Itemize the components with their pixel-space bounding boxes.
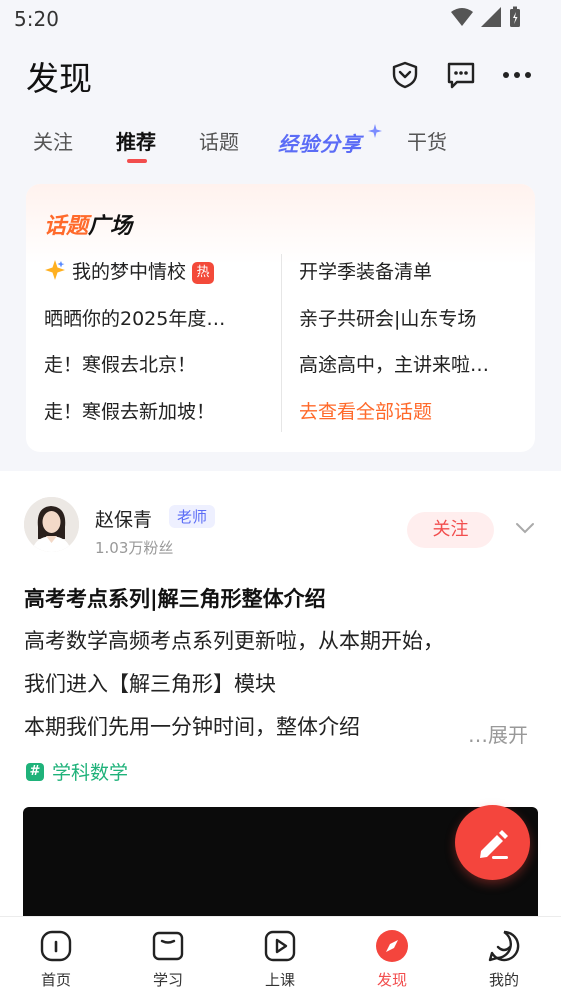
page-title: 发现	[26, 59, 92, 98]
tab-topics[interactable]: 话题	[199, 126, 239, 155]
active-tab-indicator	[127, 159, 147, 163]
nav-class[interactable]: 上课	[224, 917, 336, 1000]
post-title[interactable]: 高考考点系列|解三角形整体介绍	[24, 583, 326, 613]
topic-item[interactable]: 亲子共研会|山东专场	[299, 304, 476, 331]
topic-square-card: 话题广场 我的梦中情校热 晒晒你的2025年度… 走！寒假去北京！ 走！寒假去新…	[26, 184, 535, 452]
nav-study[interactable]: 学习	[112, 917, 224, 1000]
post-body-line[interactable]: 我们进入【解三角形】模块	[24, 668, 276, 698]
bottom-navigation: 首页 学习 上课 发现 我的	[0, 916, 561, 1000]
teacher-badge: 老师	[169, 505, 216, 528]
more-icon	[503, 72, 531, 78]
topic-item[interactable]: 开学季装备清单	[299, 257, 432, 284]
play-icon	[264, 930, 296, 962]
expand-link[interactable]: …展开	[468, 719, 528, 748]
home-icon	[40, 930, 72, 962]
topic-square-title: 话题广场	[44, 214, 133, 239]
profile-icon	[488, 930, 520, 962]
shield-icon	[392, 61, 418, 89]
status-bar: 5:20	[0, 0, 561, 40]
chevron-down-icon[interactable]	[515, 521, 535, 535]
status-time: 5:20	[14, 7, 59, 31]
nav-home[interactable]: 首页	[0, 917, 112, 1000]
hashtag-icon: #	[26, 762, 44, 781]
nav-profile[interactable]: 我的	[448, 917, 560, 1000]
avatar-portrait	[24, 497, 79, 552]
topic-item[interactable]: 走！寒假去北京！	[44, 350, 196, 377]
topic-item[interactable]: 我的梦中情校热	[44, 257, 215, 284]
view-all-topics-link[interactable]: 去查看全部话题	[299, 397, 432, 424]
tab-bar: 关注 推荐 话题 经验分享 干货	[0, 118, 561, 168]
follow-button[interactable]: 关注	[407, 512, 494, 548]
compass-icon	[376, 930, 408, 962]
tab-tips[interactable]: 干货	[407, 126, 447, 155]
signal-icon	[481, 7, 501, 27]
subject-tag[interactable]: # 学科数学	[26, 758, 128, 785]
battery-icon	[510, 6, 520, 27]
nav-discover[interactable]: 发现	[336, 917, 448, 1000]
status-icons	[451, 6, 521, 28]
more-button[interactable]	[500, 58, 534, 92]
shield-button[interactable]	[388, 58, 422, 92]
pencil-icon	[479, 829, 508, 859]
sparkle-icon	[368, 124, 382, 138]
study-icon	[152, 931, 184, 961]
page-header: 发现	[0, 40, 561, 110]
sparkle-star-icon	[45, 260, 65, 280]
compose-button[interactable]	[455, 805, 530, 880]
column-divider	[281, 254, 282, 432]
hot-badge: 热	[192, 262, 215, 284]
avatar[interactable]	[24, 497, 79, 552]
tab-experience-share[interactable]: 经验分享	[278, 128, 362, 157]
tab-following[interactable]: 关注	[33, 126, 73, 155]
message-button[interactable]	[444, 58, 478, 92]
author-name[interactable]: 赵保青	[95, 505, 152, 532]
tab-recommend[interactable]: 推荐	[116, 126, 156, 155]
topic-item[interactable]: 高途高中，主讲来啦…	[299, 350, 489, 377]
wifi-icon	[451, 8, 473, 26]
post-body-line[interactable]: 高考数学高频考点系列更新啦，从本期开始，	[24, 625, 444, 655]
topic-item[interactable]: 走！寒假去新加坡！	[44, 397, 215, 424]
topic-item[interactable]: 晒晒你的2025年度…	[44, 304, 225, 331]
post-body-line[interactable]: 本期我们先用一分钟时间，整体介绍	[24, 711, 360, 741]
message-icon	[447, 62, 475, 89]
fan-count: 1.03万粉丝	[95, 539, 174, 557]
